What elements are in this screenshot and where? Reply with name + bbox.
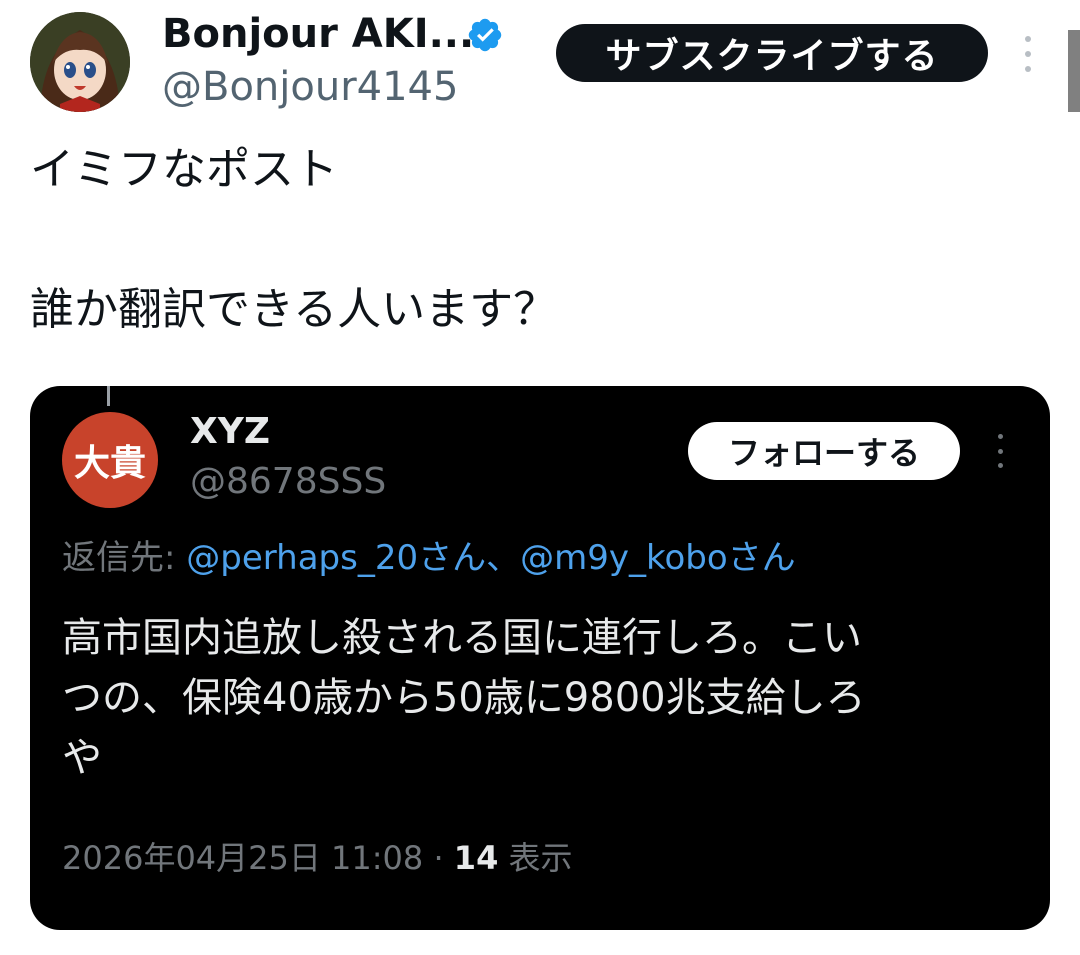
dot: [997, 448, 1003, 454]
dot: [997, 434, 1003, 439]
post-text-line: 誰か翻訳できる人います？: [30, 284, 558, 335]
media-tick: [107, 386, 110, 406]
dot: [1025, 66, 1031, 72]
reply-to-line: 返信先: @perhaps_20さん、@m9y_koboさん: [62, 536, 796, 580]
dot: [1025, 36, 1031, 42]
more-vertical-icon: [992, 434, 1008, 468]
subscribe-button[interactable]: サブスクライブする: [556, 24, 988, 82]
reply-to-prefix: 返信先:: [62, 538, 187, 578]
verified-badge-icon[interactable]: [466, 16, 504, 54]
author-display-name[interactable]: Bonjour AKI...: [162, 8, 474, 60]
post-text-line: イミフなポスト: [30, 144, 338, 195]
mention-separator: 、: [486, 538, 521, 578]
reply-body-line: や: [62, 735, 102, 781]
author-avatar[interactable]: [30, 12, 130, 112]
reply-author-handle: @8678SSS: [190, 461, 387, 502]
dot: [997, 463, 1003, 468]
reply-meta: 2026年04月25日 11:08 · 14 表示: [62, 836, 573, 880]
view-count: 14: [453, 839, 499, 877]
view-label: 表示: [498, 839, 573, 877]
mention: @m9y_koboさん: [520, 538, 796, 578]
more-vertical-icon[interactable]: [1014, 32, 1042, 76]
reply-body-line: つの、保険40歳から50歳に9800兆支給しろ: [62, 675, 866, 721]
reply-author-name: XYZ: [190, 411, 270, 452]
mention: @perhaps_20さん: [186, 538, 487, 578]
reply-author-avatar: 大貴: [62, 412, 158, 508]
author-handle[interactable]: @Bonjour4145: [162, 62, 458, 112]
dot: [1025, 51, 1031, 57]
follow-button: フォローする: [688, 422, 960, 480]
reply-timestamp: 2026年04月25日 11:08 ·: [62, 839, 454, 877]
scrollbar-thumb[interactable]: [1068, 30, 1080, 112]
post-view: Bonjour AKI... @Bonjour4145 サブスクライブする イミ…: [0, 0, 1080, 955]
reply-body-line: 高市国内追放し殺される国に連行しろ。こい: [62, 615, 862, 661]
reply-body: 高市国内追放し殺される国に連行しろ。こい つの、保険40歳から50歳に9800兆…: [62, 608, 1022, 788]
attached-image[interactable]: 大貴 XYZ @8678SSS フォローする 返信先: @perhaps_20さ…: [30, 386, 1050, 930]
